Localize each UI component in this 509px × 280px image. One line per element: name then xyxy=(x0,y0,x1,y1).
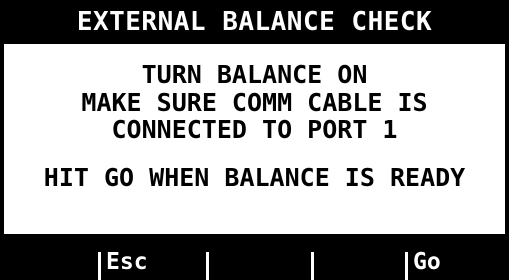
message-line-4: HIT GO WHEN BALANCE IS READY xyxy=(43,163,466,192)
go-softkey[interactable]: Go xyxy=(405,244,505,280)
message-panel: TURN BALANCE ON MAKE SURE COMM CABLE IS … xyxy=(4,44,505,234)
message-line-2: MAKE SURE COMM CABLE IS xyxy=(81,88,428,117)
blank-softkey-2[interactable] xyxy=(206,244,309,280)
esc-softkey[interactable]: Esc xyxy=(98,244,204,280)
blank-softkey-3[interactable] xyxy=(311,244,403,280)
lcd-screen: EXTERNAL BALANCE CHECK TURN BALANCE ON M… xyxy=(0,0,509,280)
message-line-1: TURN BALANCE ON xyxy=(141,60,368,89)
go-softkey-label: Go xyxy=(413,249,441,275)
esc-softkey-label: Esc xyxy=(106,249,148,275)
softkey-bar: Esc Go xyxy=(0,244,509,280)
message-line-3: CONNECTED TO PORT 1 xyxy=(111,115,398,144)
screen-title: EXTERNAL BALANCE CHECK xyxy=(76,7,433,37)
